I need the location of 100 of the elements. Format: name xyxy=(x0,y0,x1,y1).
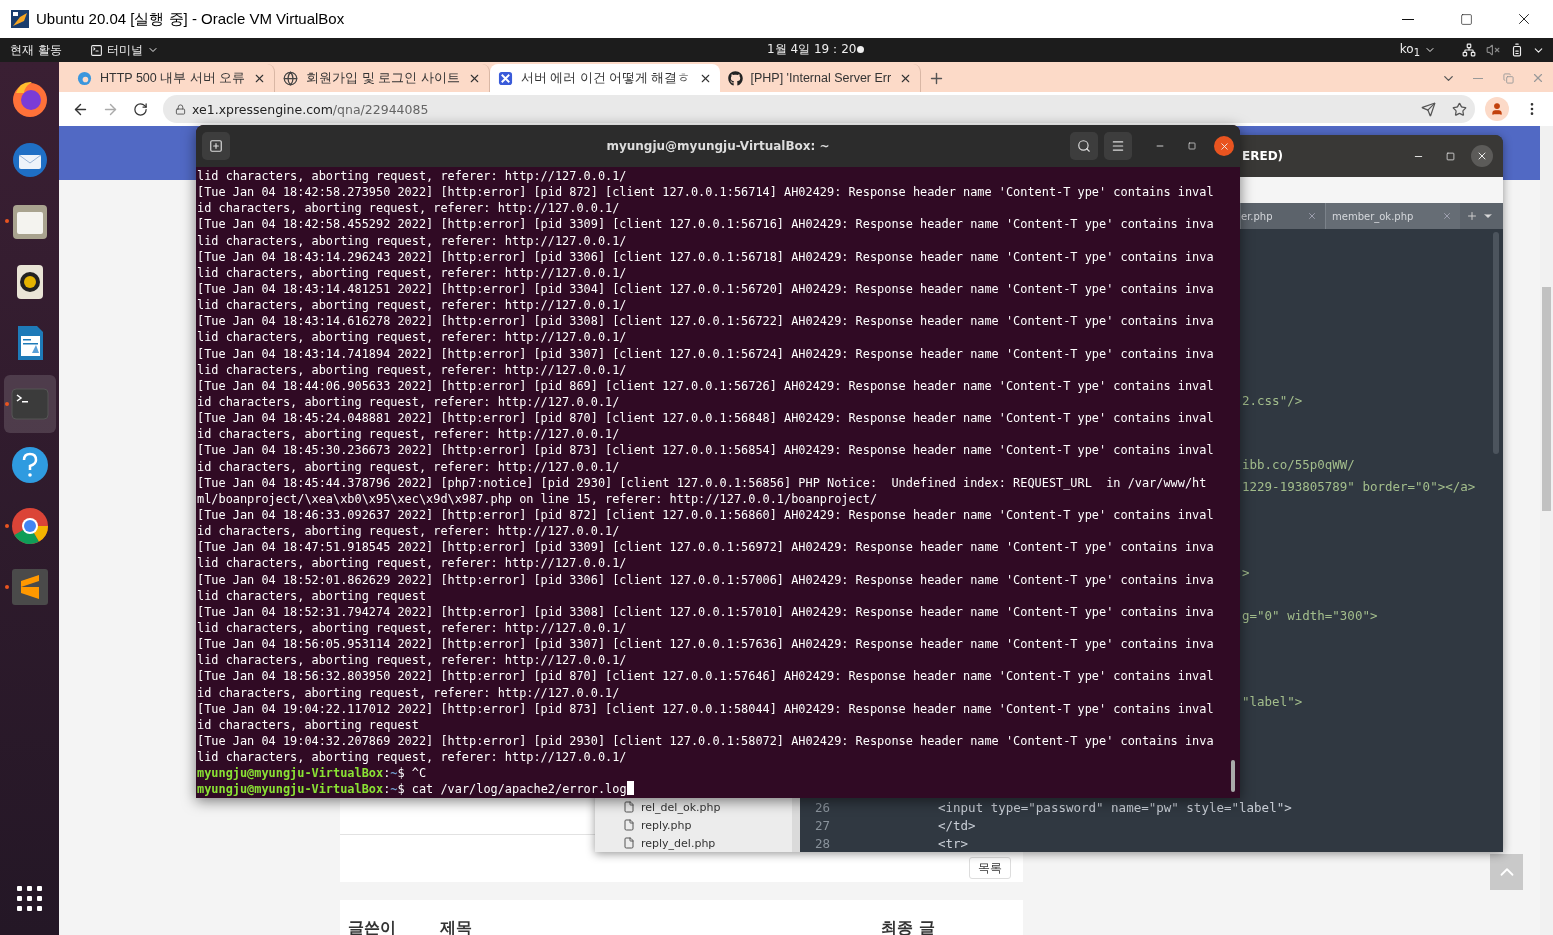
volume-icon[interactable] xyxy=(1486,43,1500,57)
terminal-line: [Tue Jan 04 18:45:24.048881 2022] [http:error] [pid 870] [client 127.0.0.1:56848] AH02429: Response header name 'Content-T ype' contains inval xyxy=(197,410,1214,427)
terminal-line: [Tue Jan 04 18:56:05.953114 2022] [http:error] [pid 3307] [client 127.0.0.1:57636] AH02429: Response header name 'Content-T ype' contains inva xyxy=(197,636,1214,653)
terminal-line: lid characters, aborting request, referer: http://127.0.0.1/ xyxy=(197,619,627,637)
bookmark-star-icon[interactable] xyxy=(1452,101,1467,117)
terminal-line: id characters, aborting request, referer: http://127.0.0.1/ xyxy=(197,426,620,443)
terminal-line: lid characters, aborting request, referer: http://127.0.0.1/ xyxy=(197,264,627,281)
line-number: 28 xyxy=(813,835,830,851)
column-header: 최종 글 xyxy=(881,917,936,935)
terminal-line: lid characters, aborting request, referer: http://127.0.0.1/ xyxy=(197,297,627,314)
terminal-line: lid characters, aborting request, referer: http://127.0.0.1/ xyxy=(197,168,627,185)
network-icon[interactable] xyxy=(1462,43,1476,57)
clock[interactable]: 1월 4일 19：20 xyxy=(767,41,857,58)
terminal-line: [Tue Jan 04 18:43:14.481251 2022] [http:error] [pid 3304] [client 127.0.0.1:56720] AH02429: Response header name 'Content-T ype' contains inva xyxy=(197,281,1214,298)
window-title: Ubuntu 20.04 [실행 중] - Oracle VM VirtualBox xyxy=(36,9,346,29)
profile-avatar[interactable] xyxy=(1485,97,1509,121)
line-number: 26 xyxy=(813,799,830,815)
file-item[interactable]: rel_del_ok.php xyxy=(623,798,792,816)
terminal-icon xyxy=(89,43,103,57)
new-tab-icon xyxy=(209,139,223,153)
terminal-line: lid characters, aborting request xyxy=(197,587,427,604)
terminal-line: [Tue Jan 04 18:42:58.455292 2022] [http:error] [pid 3309] [client 127.0.0.1:56716] AH02429: Response header name 'Content-T ype' contains inva xyxy=(197,216,1214,233)
prompt-line: myungju@myungju-VirtualBox:~$ ^C xyxy=(197,765,427,782)
file-item[interactable]: reply.php xyxy=(623,816,792,834)
swirl-icon xyxy=(77,70,92,86)
maximize-icon xyxy=(1445,151,1455,161)
close-icon xyxy=(1218,140,1230,152)
terminal-line: lid characters, aborting request, referer: http://127.0.0.1/ xyxy=(197,555,627,572)
maximize-icon xyxy=(1188,142,1196,150)
terminal-line: lid characters, aborting request, referer: http://127.0.0.1/ xyxy=(197,361,627,378)
column-header: 글쓴이 xyxy=(348,917,397,935)
restore-icon xyxy=(1502,72,1514,84)
terminal-line: [Tue Jan 04 18:43:14.296243 2022] [http:error] [pid 3306] [client 127.0.0.1:56718] AH02429: Response header name 'Content-T ype' contains inva xyxy=(197,248,1214,265)
address-bar[interactable]: xe1.xpressengine.com/qna/22944085 xyxy=(163,95,1475,123)
terminal-title: myungju@myungju-VirtualBox: ~ xyxy=(606,139,830,153)
terminal-line: ml/boanproject/\xea\xb0\x95\xec\x9d\x987.php on line 15, referer: http://127.0.0.1/boanproject/ xyxy=(197,490,878,507)
close-icon xyxy=(1476,150,1488,162)
browser-tab[interactable]: 서버 에러 이건 어떻게 해결ㅎ xyxy=(489,64,720,92)
battery-icon[interactable] xyxy=(1510,43,1524,57)
terminal-line: [Tue Jan 04 18:44:06.905633 2022] [http:error] [pid 869] [client 127.0.0.1:56726] AH02429: Response header name 'Content-T ype' contains inval xyxy=(197,377,1214,394)
terminal-line: [Tue Jan 04 18:52:01.862629 2022] [http:error] [pid 3306] [client 127.0.0.1:57006] AH02429: Response header name 'Content-T ype' contains inva xyxy=(197,571,1214,588)
code-text: </td> xyxy=(938,817,976,833)
close-icon xyxy=(1531,71,1545,85)
scrollbar[interactable] xyxy=(1540,126,1553,935)
reload-icon xyxy=(132,101,148,117)
add-tab-icon[interactable] xyxy=(1466,210,1478,222)
globe-icon xyxy=(283,70,299,86)
terminal-line: [Tue Jan 04 18:43:14.616278 2022] [http:error] [pid 3308] [client 127.0.0.1:56722] AH02429: Response header name 'Content-T ype' contains inva xyxy=(197,313,1214,330)
column-header: 제목 xyxy=(440,917,473,935)
editor-tab[interactable]: member_ok.php xyxy=(1325,203,1460,229)
maximize-icon xyxy=(1459,12,1473,26)
keyboard-layout[interactable]: ko$_{1}$ xyxy=(1399,41,1436,59)
code-text: <tr> xyxy=(938,835,969,851)
code-text: <input type="password" name="pw" style="label"> xyxy=(938,799,1292,815)
terminal-line: [Tue Jan 04 18:43:14.741894 2022] [http:error] [pid 3307] [client 127.0.0.1:56724] AH02429: Response header name 'Content-T ype' contains inva xyxy=(197,345,1214,362)
scrollbar[interactable] xyxy=(1231,760,1235,792)
terminal-line: [Tue Jan 04 18:56:32.803950 2022] [http:error] [pid 870] [client 127.0.0.1:57646] AH02429: Response header name 'Content-T ype' contains inval xyxy=(197,668,1214,685)
close-button[interactable] xyxy=(1214,136,1234,156)
code-text: g="0" width="300"> xyxy=(1242,607,1378,623)
send-icon[interactable] xyxy=(1421,101,1436,117)
terminal-line: id characters, aborting request xyxy=(197,716,419,733)
prompt-line: myungju@myungju-VirtualBox:~$ cat /var/log/apache2/error.log xyxy=(197,781,634,798)
terminal-line: [Tue Jan 04 19:04:32.207869 2022] [http:error] [pid 2930] [client 127.0.0.1:58072] AH02429: Response header name 'Content-T ype' contains inva xyxy=(197,732,1214,750)
code-text: 2.css"/> xyxy=(1242,392,1303,408)
terminal-line: id characters, aborting request, referer: http://127.0.0.1/ xyxy=(197,684,620,701)
terminal-line: lid characters, aborting request, referer: http://127.0.0.1/ xyxy=(197,329,627,346)
search-button[interactable] xyxy=(1070,132,1098,160)
menu-button[interactable] xyxy=(1104,132,1132,160)
terminal-line: id characters, aborting request, referer: http://127.0.0.1/ xyxy=(197,523,620,540)
scrollbar[interactable] xyxy=(1493,232,1499,454)
terminal-line: [Tue Jan 04 18:45:30.236673 2022] [http:error] [pid 873] [client 127.0.0.1:56854] AH02429: Response header name 'Content-T ype' contains inval xyxy=(197,442,1214,459)
search-icon xyxy=(1077,139,1091,153)
terminal-line: lid characters, aborting request, referer: http://127.0.0.1/ xyxy=(197,232,627,249)
terminal-line: lid characters, aborting request, referer: http://127.0.0.1/ xyxy=(197,652,627,669)
menu-icon xyxy=(1111,139,1125,153)
close-button[interactable] xyxy=(1471,145,1493,167)
app-menu[interactable]: 터미널 xyxy=(89,41,159,59)
terminal-line: [Tue Jan 04 18:52:31.794274 2022] [http:error] [pid 3308] [client 127.0.0.1:57010] AH02429: Response header name 'Content-T ype' contains inva xyxy=(197,603,1214,620)
code-text: 1229-193805789" border="0"></a> xyxy=(1242,478,1476,494)
terminal-line: [Tue Jan 04 18:46:33.092637 2022] [http:error] [pid 872] [client 127.0.0.1:56860] AH02429: Response header name 'Content-T ype' contains inval xyxy=(197,506,1214,524)
terminal-line: [Tue Jan 04 18:47:51.918545 2022] [http:error] [pid 3309] [client 127.0.0.1:56972] AH02429: Response header name 'Content-T ype' contains inva xyxy=(197,539,1214,556)
list-button[interactable]: 목록 xyxy=(969,857,1011,879)
help-icon xyxy=(9,445,50,485)
code-text: > xyxy=(1242,564,1250,580)
person-icon xyxy=(1490,102,1504,116)
grid-icon xyxy=(16,886,43,912)
terminal-line: lid characters, aborting request, referer: http://127.0.0.1/ xyxy=(197,749,627,766)
terminal-line: id characters, aborting request, referer: http://127.0.0.1/ xyxy=(197,200,620,217)
activities-button[interactable]: 현재 활동 xyxy=(10,41,62,59)
file-item[interactable]: reply_del.php xyxy=(623,834,792,852)
new-tab-button[interactable] xyxy=(202,132,230,160)
code-text: ibb.co/55p0qWW/ xyxy=(1242,457,1355,473)
code-text: "label"> xyxy=(1242,693,1303,709)
terminal-line: id characters, aborting request, referer: http://127.0.0.1/ xyxy=(197,458,620,475)
file-icon xyxy=(623,801,635,813)
editor-title: ERED) xyxy=(1242,149,1285,163)
terminal-line: [Tue Jan 04 18:42:58.273950 2022] [http:error] [pid 872] [client 127.0.0.1:56714] AH02429: Response header name 'Content-T ype' contains inval xyxy=(197,184,1214,201)
terminal-line: id characters, aborting request, referer: http://127.0.0.1/ xyxy=(197,393,620,411)
terminal-line: [Tue Jan 04 19:04:22.117012 2022] [http:error] [pid 873] [client 127.0.0.1:58044] AH02429: Response header name 'Content-T ype' contains inval xyxy=(197,700,1214,717)
file-icon xyxy=(623,819,635,831)
